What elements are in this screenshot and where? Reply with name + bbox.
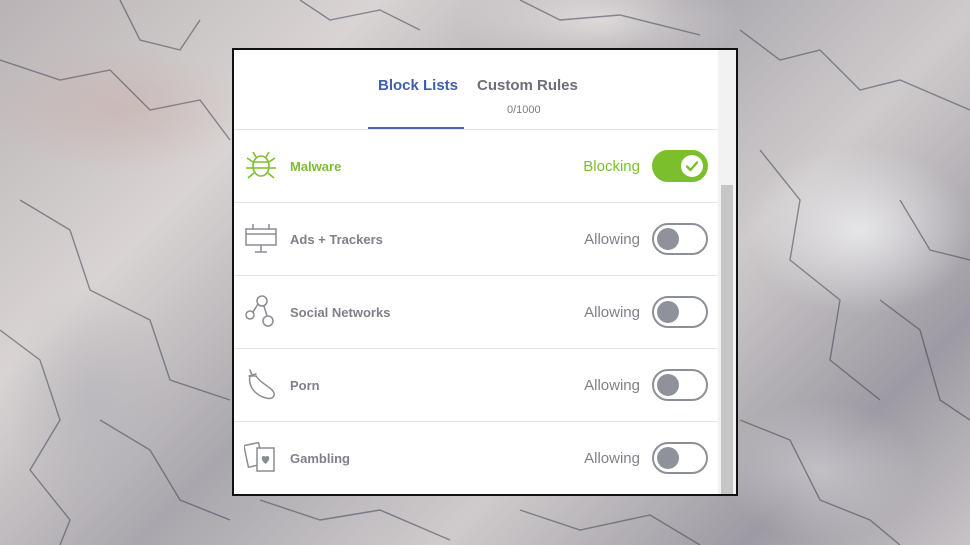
gambling-toggle[interactable] (652, 442, 708, 474)
list-status: Allowing (584, 450, 640, 467)
list-name: Ads + Trackers (290, 232, 383, 247)
billboard-icon (245, 224, 277, 253)
toggle-knob (681, 155, 703, 177)
list-name: Porn (290, 378, 320, 393)
scrollbar-thumb[interactable] (721, 185, 733, 494)
toggle-knob (657, 228, 679, 250)
list-status: Allowing (584, 231, 640, 248)
list-item-malware: Malware Blocking (234, 130, 718, 203)
active-tab-indicator (368, 127, 464, 129)
eggplant-icon (248, 369, 275, 400)
social-networks-toggle[interactable] (652, 296, 708, 328)
ads-trackers-toggle[interactable] (652, 223, 708, 255)
tab-block-lists[interactable]: Block Lists (378, 77, 458, 94)
toggle-knob (657, 374, 679, 396)
list-status: Blocking (583, 158, 640, 175)
porn-toggle[interactable] (652, 369, 708, 401)
list-item-gambling: Gambling Allowing (234, 422, 718, 494)
tab-bar: Block Lists Custom Rules 0/1000 (234, 50, 718, 130)
malware-toggle[interactable] (652, 150, 708, 182)
network-nodes-icon (245, 295, 274, 327)
scrollbar[interactable] (718, 50, 736, 494)
list-item-porn: Porn Allowing (234, 349, 718, 422)
list-item-ads-trackers: Ads + Trackers Allowing (234, 203, 718, 276)
list-status: Allowing (584, 377, 640, 394)
list-status: Allowing (584, 304, 640, 321)
toggle-knob (657, 301, 679, 323)
custom-rules-count: 0/1000 (507, 104, 541, 116)
list-name: Social Networks (290, 305, 391, 320)
list-item-social-networks: Social Networks Allowing (234, 276, 718, 349)
block-list-rows: Malware Blocking Ads + Trackers Allowing… (234, 130, 718, 494)
checkmark-icon (685, 161, 699, 172)
playing-cards-icon (244, 441, 275, 472)
bug-icon (246, 151, 276, 179)
block-lists-panel: Block Lists Custom Rules 0/1000 Malware … (232, 48, 738, 496)
list-name: Gambling (290, 451, 350, 466)
toggle-knob (657, 447, 679, 469)
tab-custom-rules[interactable]: Custom Rules (477, 77, 578, 94)
list-name: Malware (290, 159, 342, 174)
